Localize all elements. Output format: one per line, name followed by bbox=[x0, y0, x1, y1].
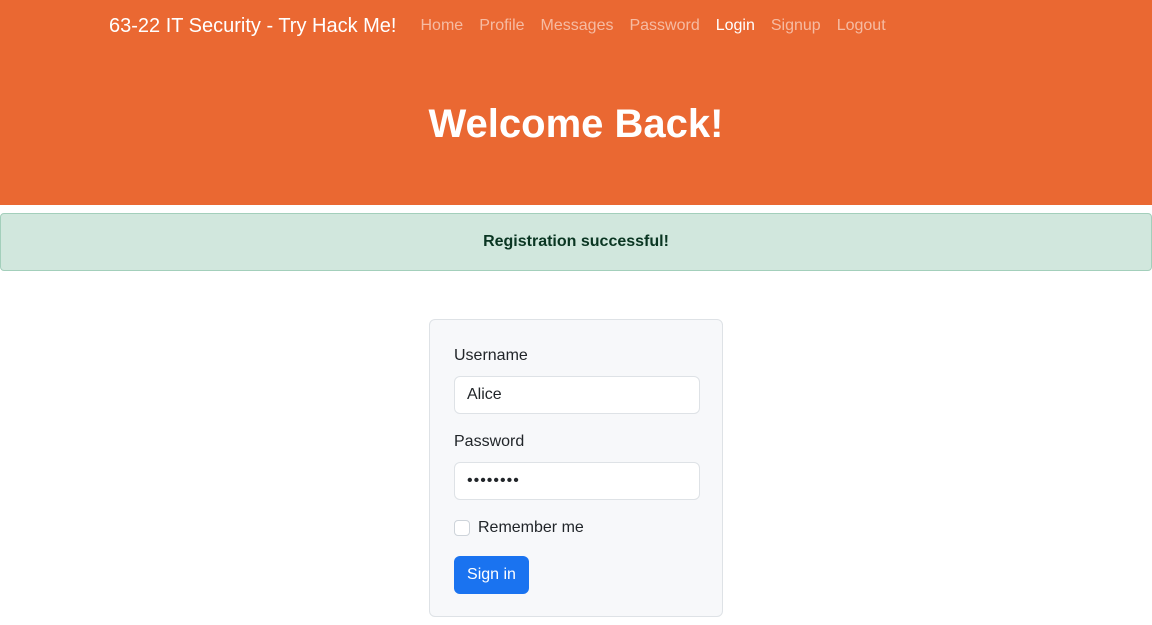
navbar-brand[interactable]: 63-22 IT Security - Try Hack Me! bbox=[109, 15, 397, 38]
nav-logout[interactable]: Logout bbox=[837, 17, 886, 35]
nav-messages[interactable]: Messages bbox=[541, 17, 614, 35]
nav-password[interactable]: Password bbox=[629, 17, 699, 35]
password-label: Password bbox=[454, 433, 525, 450]
navbar: 63-22 IT Security - Try Hack Me! Home Pr… bbox=[109, 0, 902, 52]
remember-me-label[interactable]: Remember me bbox=[478, 519, 584, 537]
remember-me-checkbox[interactable] bbox=[454, 520, 470, 536]
login-form: Username Password Remember me Sign in bbox=[429, 319, 723, 617]
header-hero: 63-22 IT Security - Try Hack Me! Home Pr… bbox=[0, 0, 1152, 205]
nav-signup[interactable]: Signup bbox=[771, 17, 821, 35]
password-input[interactable] bbox=[454, 462, 700, 500]
success-alert: Registration successful! bbox=[0, 213, 1152, 271]
nav-login[interactable]: Login bbox=[716, 17, 755, 35]
nav-profile[interactable]: Profile bbox=[479, 17, 524, 35]
sign-in-button[interactable]: Sign in bbox=[454, 556, 529, 594]
username-label: Username bbox=[454, 347, 528, 364]
nav-home[interactable]: Home bbox=[421, 17, 464, 35]
username-input[interactable] bbox=[454, 376, 700, 414]
page-title: Welcome Back! bbox=[428, 102, 724, 146]
